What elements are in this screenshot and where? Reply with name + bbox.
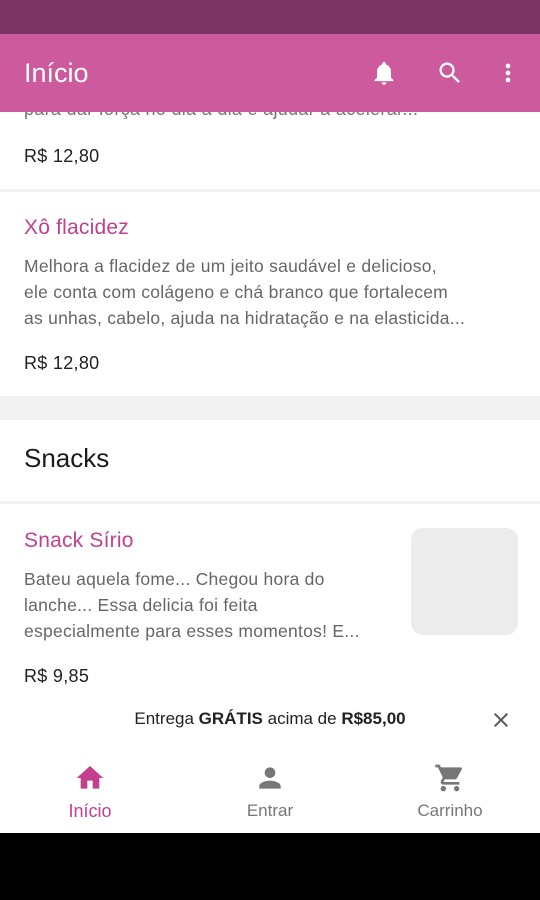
bell-icon[interactable]: [362, 51, 406, 95]
product-list[interactable]: para dar força no dia a dia e ajudar a a…: [0, 112, 540, 700]
nav-item-inicio[interactable]: Início: [0, 740, 180, 833]
home-icon: [0, 762, 180, 794]
free-delivery-banner: Entrega GRÁTIS acima de R$85,00: [0, 700, 540, 740]
app-bar: Início: [0, 34, 540, 112]
nav-item-entrar[interactable]: Entrar: [180, 740, 360, 833]
section-title: Snacks: [24, 443, 110, 473]
product-price: R$ 9,85: [24, 666, 90, 686]
nav-item-carrinho[interactable]: Carrinho: [360, 740, 540, 833]
more-vert-icon[interactable]: [486, 51, 530, 95]
banner-text: Entrega GRÁTIS acima de R$85,00: [134, 709, 406, 728]
nav-label: Início: [68, 801, 112, 821]
nav-label: Entrar: [246, 801, 294, 820]
product-description: para dar força no dia a dia e ajudar a a…: [24, 112, 418, 120]
product-name: Snack Sírio: [24, 529, 134, 552]
product-card[interactable]: para dar força no dia a dia e ajudar a a…: [0, 112, 540, 189]
product-description: Melhora a flacidez de um jeito saudável …: [24, 256, 466, 328]
status-bar: [0, 0, 540, 34]
nav-label: Carrinho: [417, 801, 483, 820]
person-icon: [180, 762, 360, 794]
system-navigation-bar: [0, 833, 540, 900]
product-image-placeholder[interactable]: [411, 528, 518, 635]
product-name: Xô flacidez: [24, 216, 129, 239]
cart-icon: [360, 762, 540, 794]
product-card-snack-sirio[interactable]: Snack Sírio Bateu aquela fome... Chegou …: [0, 504, 540, 700]
product-card-xo-flacidez[interactable]: Xô flacidez Melhora a flacidez de um jei…: [0, 192, 540, 396]
page-title: Início: [24, 57, 89, 88]
bottom-navigation: Início Entrar Carrinho: [0, 740, 540, 833]
search-icon[interactable]: [428, 51, 472, 95]
product-price: R$ 12,80: [24, 353, 100, 373]
section-header-snacks: Snacks: [0, 420, 540, 501]
close-icon[interactable]: [487, 706, 515, 734]
product-price: R$ 12,80: [24, 146, 100, 166]
product-description: Bateu aquela fome... Chegou hora do lanc…: [24, 569, 360, 641]
